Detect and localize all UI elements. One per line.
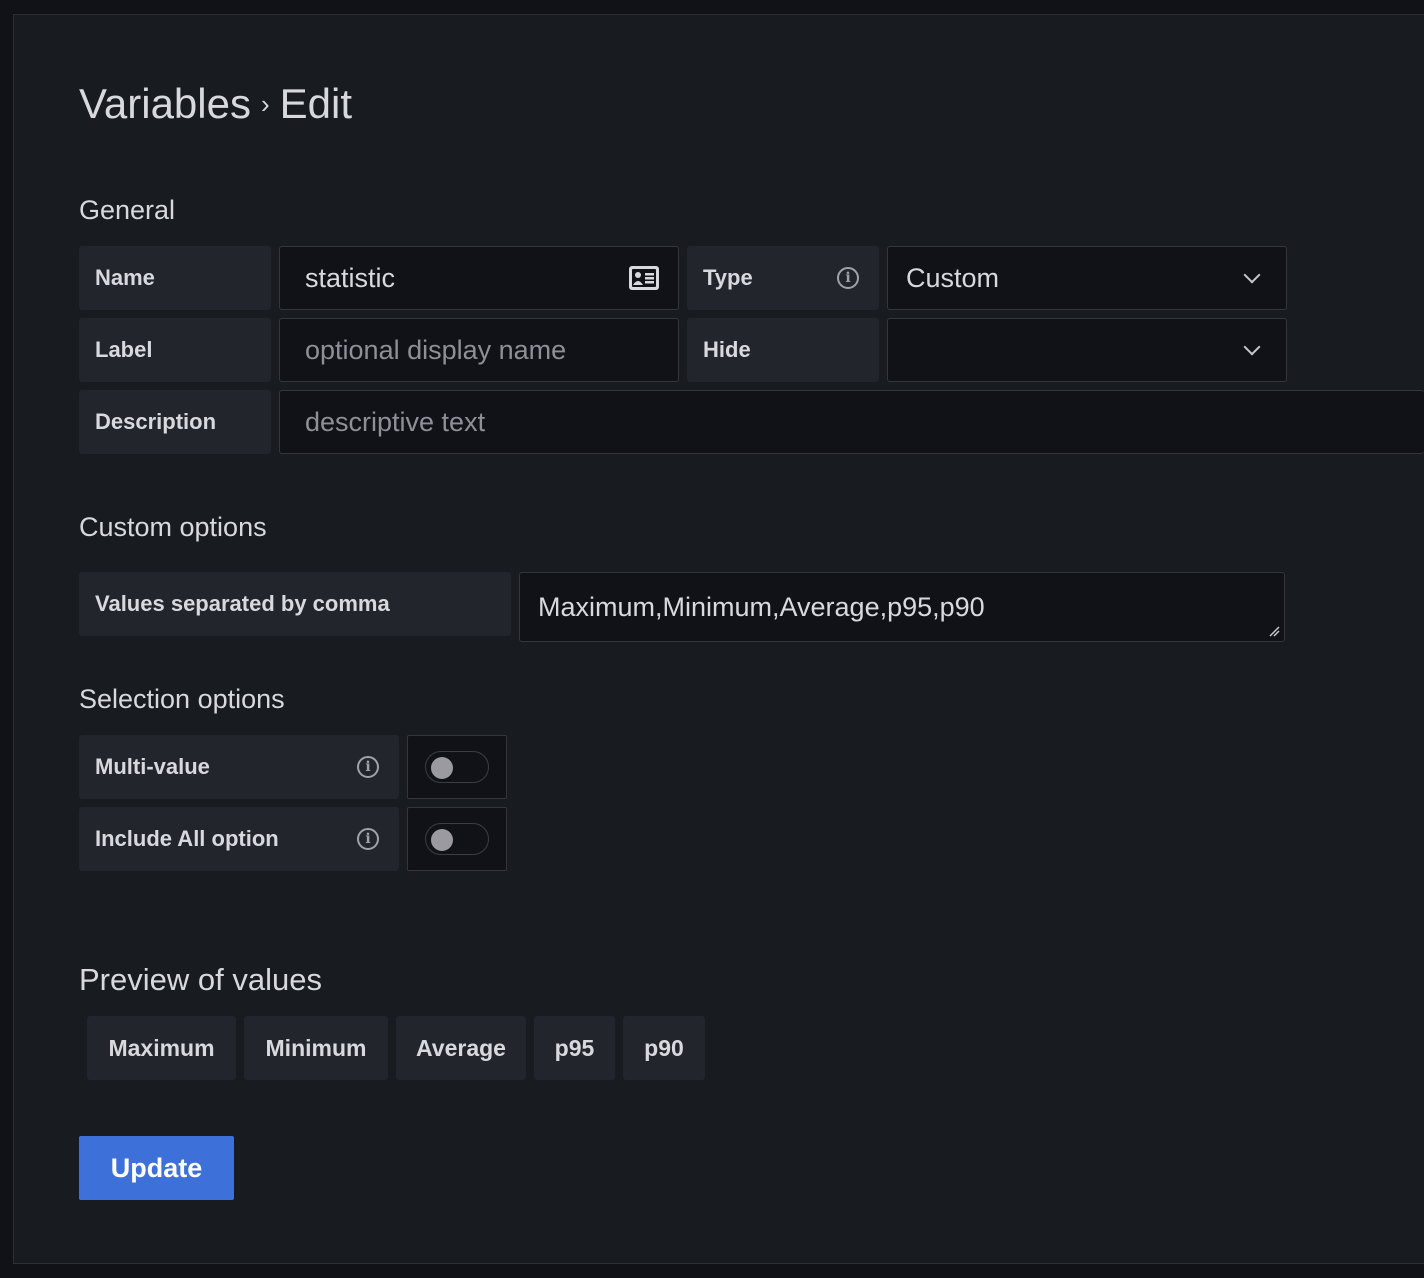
hide-label: Hide xyxy=(687,318,879,382)
preview-value-chip: Average xyxy=(396,1016,526,1080)
hide-select[interactable] xyxy=(887,318,1287,382)
preview-value-chip: p90 xyxy=(623,1016,705,1080)
selection-options-section-title: Selection options xyxy=(79,684,285,714)
multi-value-switch[interactable] xyxy=(425,751,489,783)
info-circle-icon[interactable]: i xyxy=(837,267,859,289)
label-label: Label xyxy=(79,318,271,382)
chevron-down-icon xyxy=(1243,338,1261,356)
multi-value-label-text: Multi-value xyxy=(95,754,210,779)
type-select[interactable]: Custom xyxy=(887,246,1287,310)
name-input-value: statistic xyxy=(305,262,396,293)
label-input-placeholder: optional display name xyxy=(305,334,567,365)
switch-knob xyxy=(431,829,453,851)
include-all-switch[interactable] xyxy=(425,823,489,855)
description-input-placeholder: descriptive text xyxy=(305,406,486,437)
hide-label-text: Hide xyxy=(703,337,751,362)
values-label: Values separated by comma xyxy=(79,572,511,636)
multi-value-label: Multi-value i xyxy=(79,735,399,799)
breadcrumb-edit: Edit xyxy=(279,80,353,127)
general-section-title: General xyxy=(79,195,176,225)
values-textarea[interactable]: Maximum,Minimum,Average,p95,p90 xyxy=(519,572,1285,642)
name-input[interactable]: statistic xyxy=(279,246,679,310)
info-circle-icon[interactable]: i xyxy=(357,828,379,850)
preview-value-chip: Maximum xyxy=(87,1016,236,1080)
include-all-label-text: Include All option xyxy=(95,826,279,851)
name-label: Name xyxy=(79,246,271,310)
custom-options-section-title: Custom options xyxy=(79,512,267,542)
include-all-toggle[interactable] xyxy=(407,807,507,871)
name-label-text: Name xyxy=(95,265,155,290)
resize-grip-icon[interactable] xyxy=(1268,625,1280,637)
preview-value-chip: Minimum xyxy=(244,1016,388,1080)
description-label: Description xyxy=(79,390,271,454)
values-label-text: Values separated by comma xyxy=(95,591,390,616)
label-input[interactable]: optional display name xyxy=(279,318,679,382)
page-title: Variables › Edit xyxy=(79,80,352,128)
label-label-text: Label xyxy=(95,337,153,362)
switch-knob xyxy=(431,757,453,779)
values-textarea-value: Maximum,Minimum,Average,p95,p90 xyxy=(538,591,985,622)
breadcrumb-separator: › xyxy=(260,88,270,119)
include-all-label: Include All option i xyxy=(79,807,399,871)
preview-section-title: Preview of values xyxy=(79,962,322,997)
preview-value-chip: p95 xyxy=(534,1016,615,1080)
multi-value-toggle[interactable] xyxy=(407,735,507,799)
breadcrumb-variables[interactable]: Variables xyxy=(79,80,251,128)
type-label: Type i xyxy=(687,246,879,310)
description-input[interactable]: descriptive text xyxy=(279,390,1424,454)
chevron-down-icon xyxy=(1243,266,1261,284)
info-circle-icon[interactable]: i xyxy=(357,756,379,778)
description-label-text: Description xyxy=(95,409,217,434)
type-label-text: Type xyxy=(703,265,753,290)
type-select-value: Custom xyxy=(906,262,1000,293)
id-card-icon xyxy=(628,265,660,291)
update-button[interactable]: Update xyxy=(79,1136,234,1200)
